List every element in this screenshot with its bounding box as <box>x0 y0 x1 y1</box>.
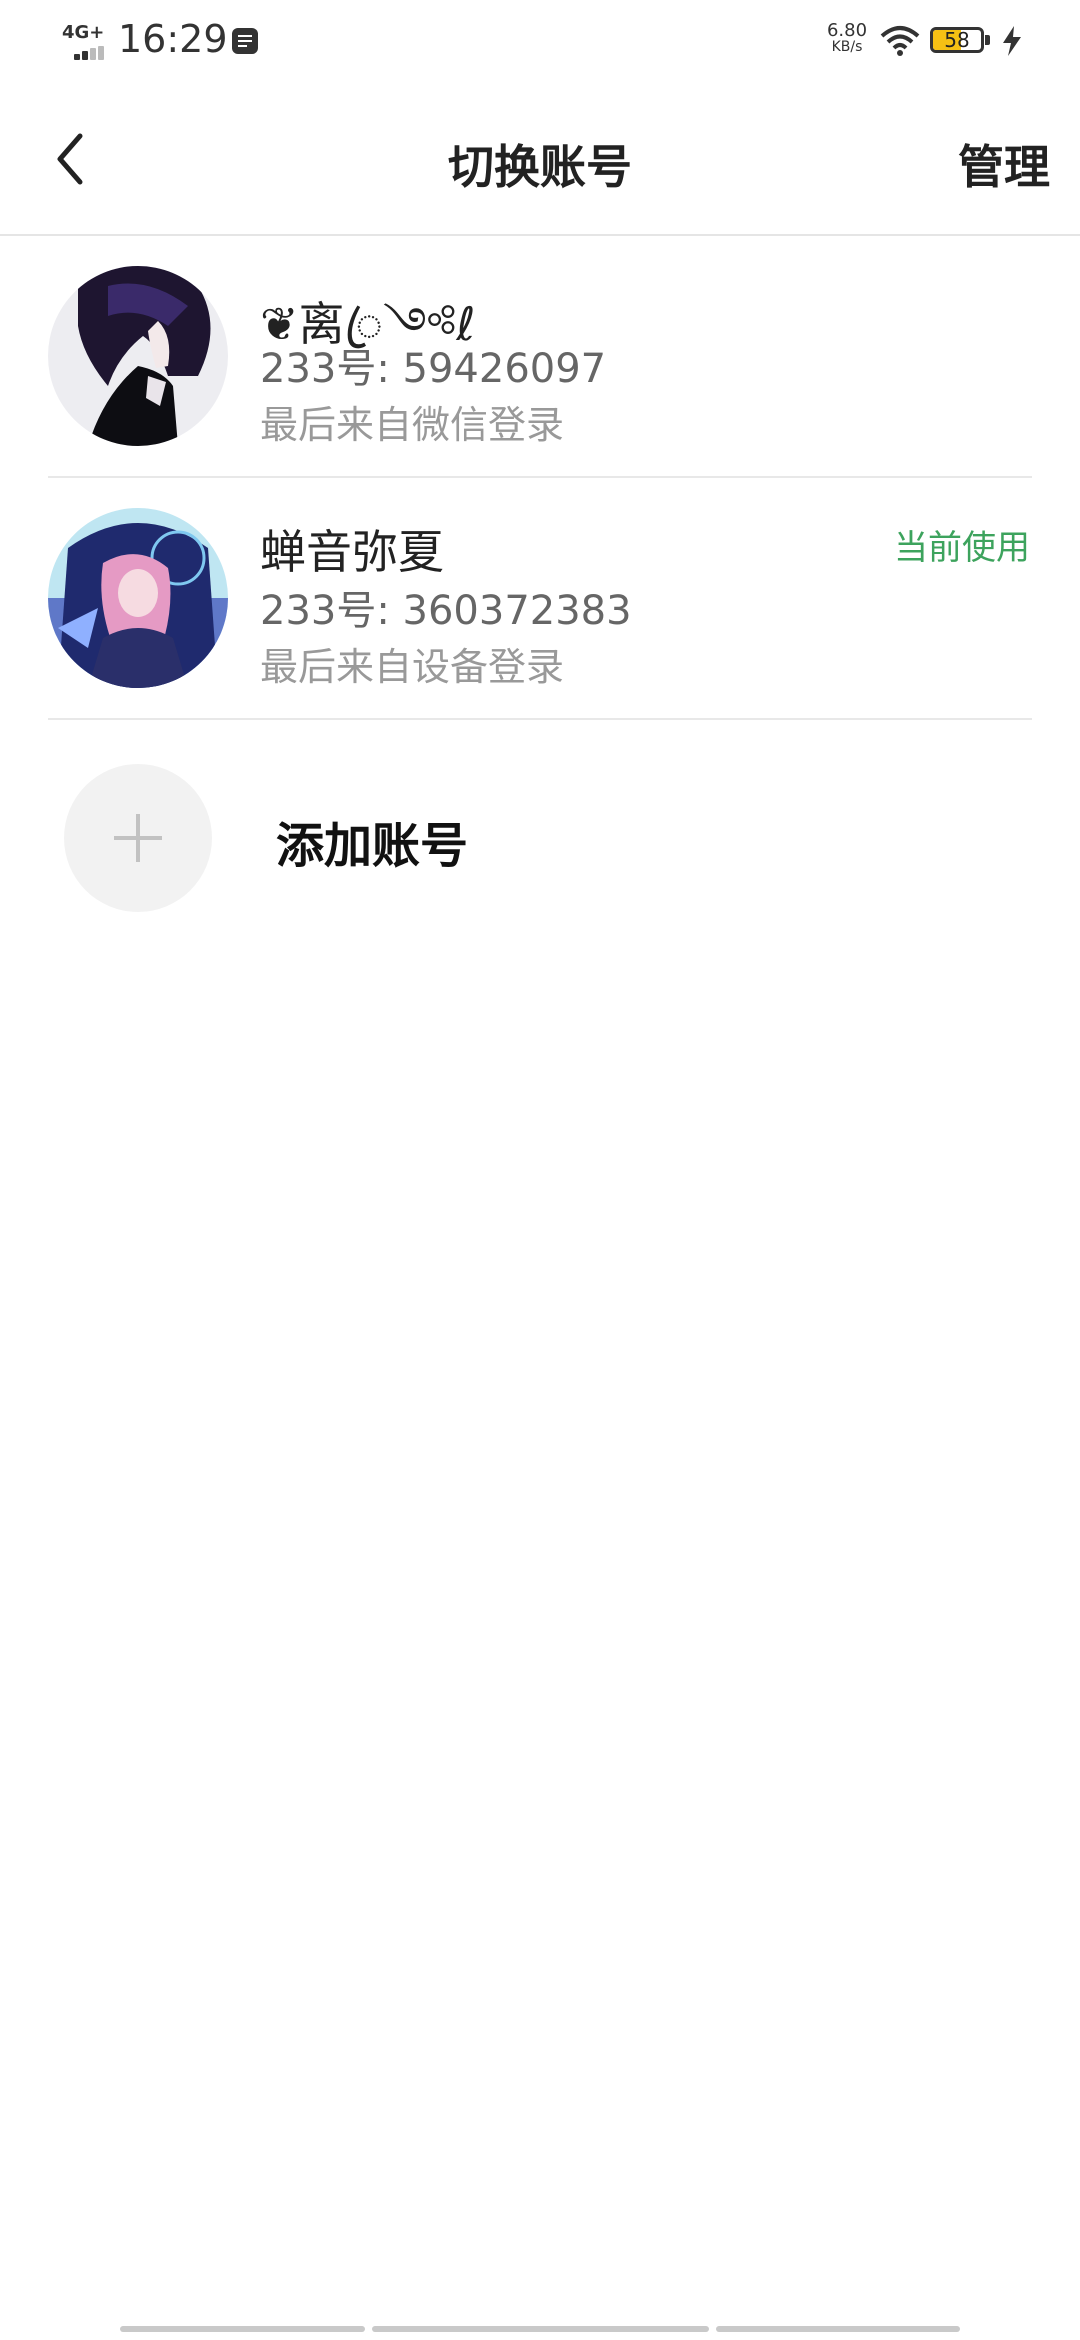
avatar <box>48 266 228 446</box>
network-type: 4G+ <box>62 22 105 43</box>
battery-tip <box>985 35 990 45</box>
dark-hair-character-avatar-icon <box>48 266 228 446</box>
account-item[interactable]: ❦离ꦿ༺ℓ 233号: 59426097 最后来自微信登录 <box>0 236 1080 476</box>
clock: 16:29 <box>118 17 228 61</box>
title-bar: 切换账号 管理 <box>0 84 1080 236</box>
plus-icon <box>64 764 212 912</box>
pink-hair-character-avatar-icon <box>48 508 228 688</box>
account-id: 233号: 360372383 <box>260 588 632 634</box>
account-login-source: 最后来自微信登录 <box>260 403 565 447</box>
account-login-source: 最后来自设备登录 <box>260 645 565 689</box>
status-bar: 4G+ 16:29 6.80 KB/s 58 <box>0 0 1080 84</box>
account-list: ❦离ꦿ༺ℓ 233号: 59426097 最后来自微信登录 蝉音弥夏 233号:… <box>0 236 1080 720</box>
add-account-label: 添加账号 <box>276 818 469 874</box>
page-title: 切换账号 <box>448 140 632 194</box>
account-id: 233号: 59426097 <box>260 346 607 392</box>
account-item[interactable]: 蝉音弥夏 233号: 360372383 最后来自设备登录 当前使用 <box>0 478 1080 718</box>
net-speed: 6.80 KB/s <box>822 20 872 55</box>
wifi-icon <box>880 26 920 56</box>
battery-icon: 58 <box>930 27 984 53</box>
gesture-bar-segment <box>716 2326 960 2332</box>
gesture-bar-segment <box>372 2326 709 2332</box>
gesture-bar-segment <box>120 2326 365 2332</box>
add-account-button[interactable]: 添加账号 <box>0 724 1080 944</box>
manage-button[interactable]: 管理 <box>958 131 1050 197</box>
divider <box>48 718 1032 720</box>
charging-bolt-icon <box>1003 26 1021 56</box>
net-speed-value: 6.80 <box>826 20 868 41</box>
avatar <box>48 508 228 688</box>
account-name: 蝉音弥夏 <box>260 525 444 579</box>
current-account-badge: 当前使用 <box>894 528 1030 568</box>
battery-level: 58 <box>944 28 970 52</box>
signal-icon <box>74 46 110 60</box>
notification-app-icon <box>232 28 258 54</box>
net-speed-unit: KB/s <box>831 39 863 55</box>
